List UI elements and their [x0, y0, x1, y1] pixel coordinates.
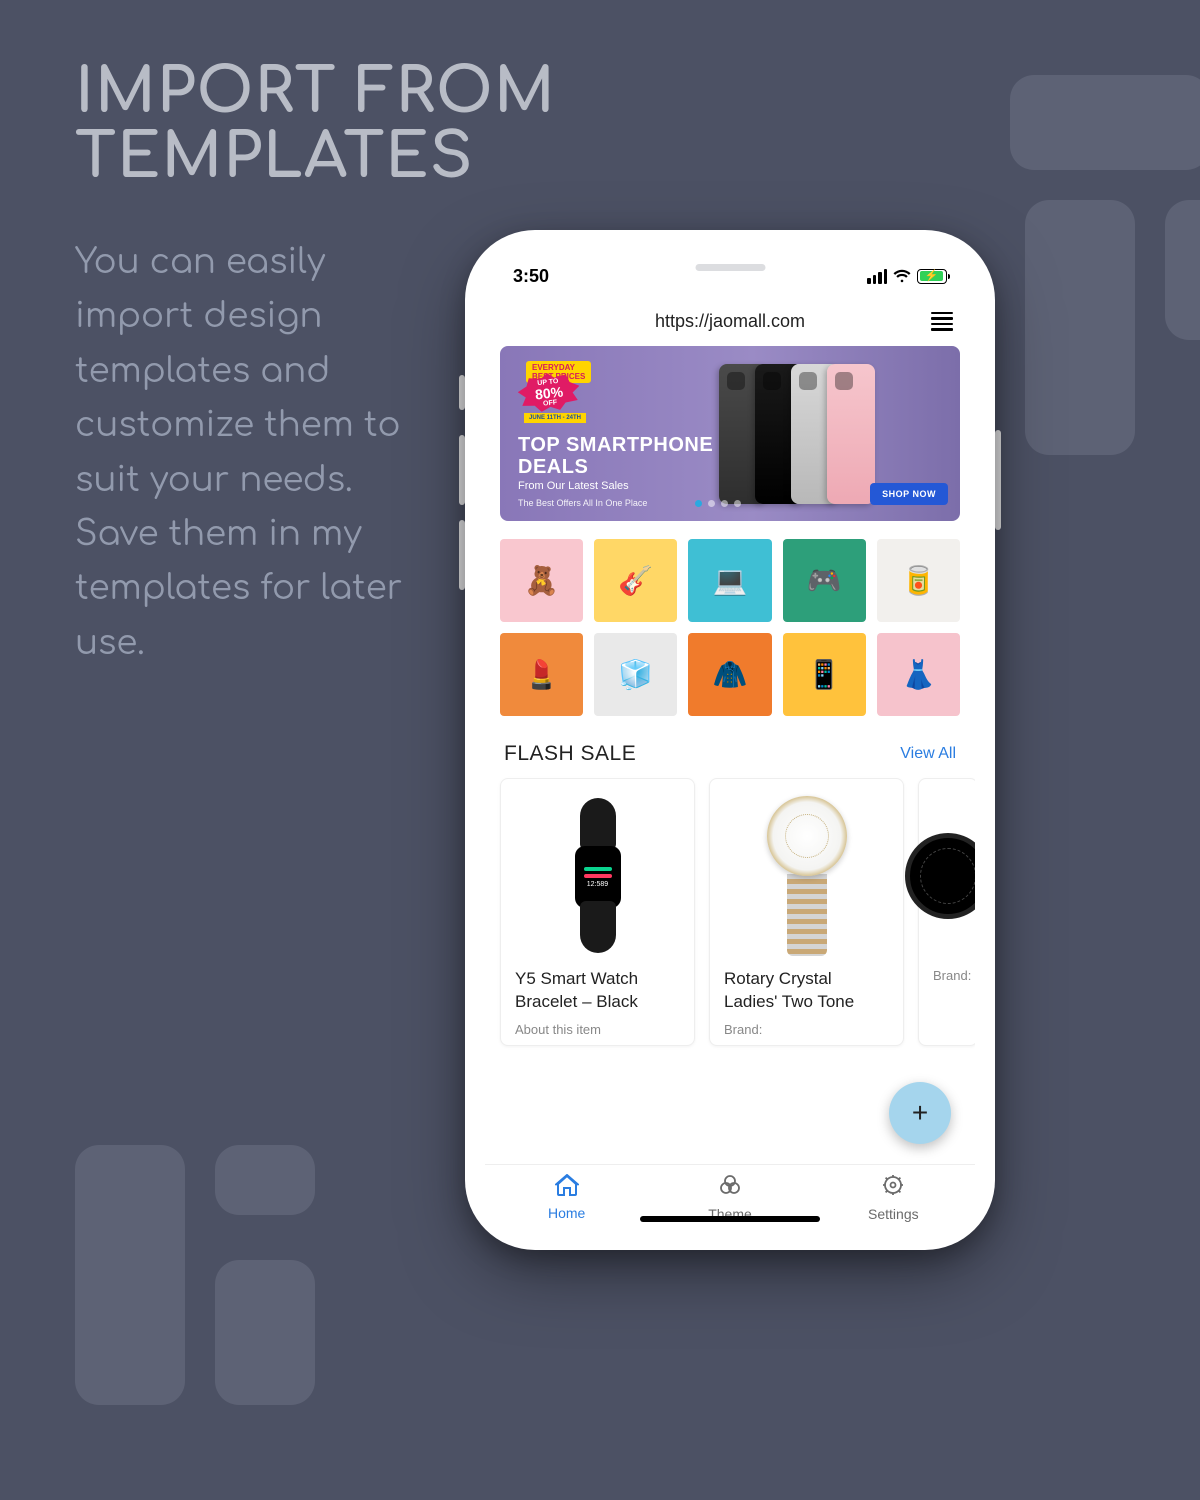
hamburger-menu-icon[interactable]: [931, 312, 953, 331]
phone-side-button: [995, 430, 1001, 530]
carousel-dots[interactable]: [695, 500, 741, 507]
url-bar: https://jaomall.com: [485, 296, 975, 346]
app-content[interactable]: EVERYDAYBEST PRICES UP TO80%OFF JUNE 11T…: [485, 346, 975, 1164]
category-tile[interactable]: 🧊: [594, 633, 677, 716]
product-image: [933, 793, 963, 958]
product-image: [724, 793, 889, 958]
category-tile[interactable]: 🥫: [877, 539, 960, 622]
category-tile[interactable]: 🧸: [500, 539, 583, 622]
nav-label: Home: [548, 1205, 585, 1221]
category-tile[interactable]: 🎸: [594, 539, 677, 622]
status-time: 3:50: [513, 266, 549, 287]
hero-title: IMPORT FROMTEMPLATES: [75, 60, 556, 190]
phone-mockup: 3:50 ⚡ https://jaomall.com: [465, 230, 995, 1250]
deco-shape: [1165, 200, 1200, 340]
product-name: Rotary Crystal Ladies' Two Tone: [724, 968, 889, 1014]
home-indicator[interactable]: [640, 1216, 820, 1222]
banner-phones-art: [731, 364, 875, 503]
category-tile[interactable]: 👗: [877, 633, 960, 716]
product-image: 12:589: [515, 793, 680, 958]
phone-notch: [613, 250, 848, 284]
signal-icon: [867, 269, 887, 284]
settings-icon: [881, 1173, 905, 1203]
category-grid: 🧸🎸💻🎮🥫 💄🧊🧥📱👗: [500, 539, 960, 716]
deco-shape: [1010, 75, 1200, 170]
category-tile[interactable]: 📱: [783, 633, 866, 716]
flash-sale-title: FLASH SALE: [504, 742, 636, 766]
wifi-icon: [893, 269, 911, 283]
category-tile[interactable]: 💄: [500, 633, 583, 716]
product-meta: About this item: [515, 1022, 680, 1037]
nav-label: Settings: [868, 1206, 919, 1222]
product-card[interactable]: Rotary Crystal Ladies' Two Tone Brand:: [709, 778, 904, 1046]
product-name: Y5 Smart Watch Bracelet – Black: [515, 968, 680, 1014]
url-text: https://jaomall.com: [529, 311, 931, 332]
deco-shape: [1025, 200, 1135, 455]
deco-shape: [215, 1260, 315, 1405]
category-tile[interactable]: 🧥: [688, 633, 771, 716]
home-icon: [555, 1174, 579, 1202]
theme-icon: [718, 1173, 742, 1203]
product-meta: Brand:: [724, 1022, 889, 1037]
category-tile[interactable]: 🎮: [783, 539, 866, 622]
fab-add-button[interactable]: +: [889, 1082, 951, 1144]
hero-description: You can easily import design templates a…: [75, 235, 445, 670]
product-row[interactable]: 12:589 Y5 Smart Watch Bracelet – Black A…: [500, 778, 960, 1046]
promo-banner[interactable]: EVERYDAYBEST PRICES UP TO80%OFF JUNE 11T…: [500, 346, 960, 521]
product-meta: Brand:: [933, 968, 963, 983]
discount-badge: EVERYDAYBEST PRICES UP TO80%OFF JUNE 11T…: [518, 361, 618, 426]
deco-shape: [75, 1145, 185, 1405]
nav-item-settings[interactable]: Settings: [812, 1165, 975, 1230]
deco-shape: [215, 1145, 315, 1215]
shop-now-button[interactable]: SHOP NOW: [870, 483, 948, 505]
view-all-link[interactable]: View All: [900, 745, 956, 763]
nav-item-home[interactable]: Home: [485, 1165, 648, 1230]
battery-icon: ⚡: [917, 269, 947, 284]
category-tile[interactable]: 💻: [688, 539, 771, 622]
product-card[interactable]: Brand:: [918, 778, 975, 1046]
product-card[interactable]: 12:589 Y5 Smart Watch Bracelet – Black A…: [500, 778, 695, 1046]
